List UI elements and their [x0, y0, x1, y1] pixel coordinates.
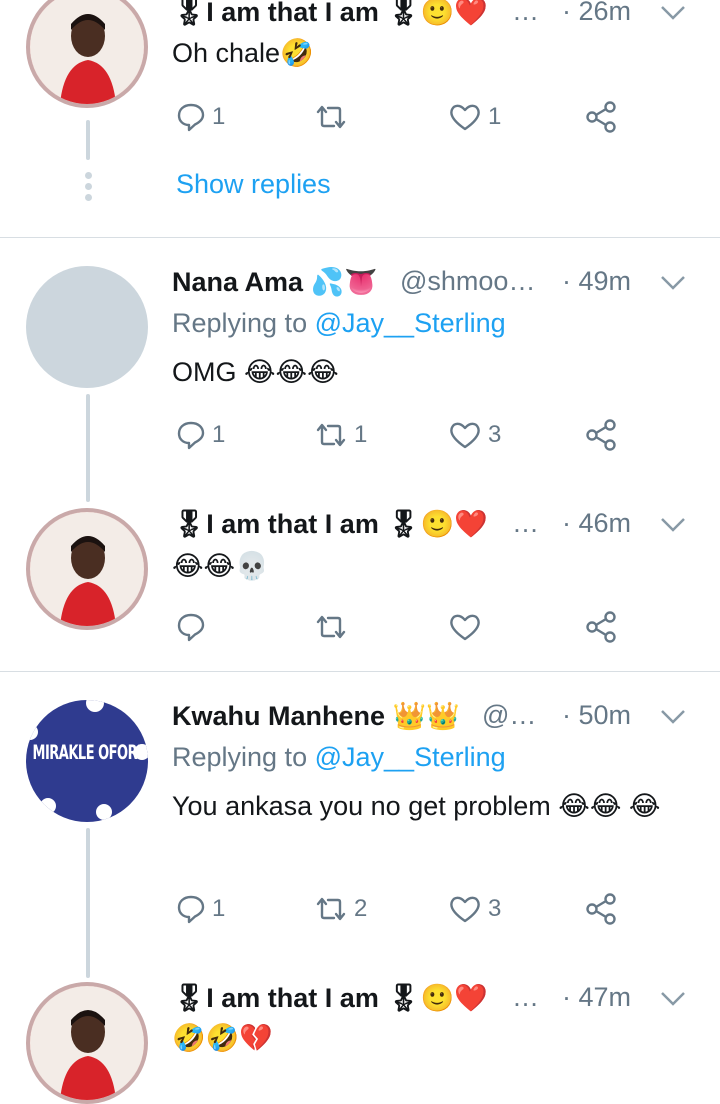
like-button[interactable]: 3 — [448, 415, 501, 455]
chevron-down-icon[interactable] — [660, 0, 686, 29]
handle[interactable]: … — [512, 0, 539, 27]
avatar[interactable] — [26, 982, 148, 1104]
share-button[interactable] — [584, 97, 620, 137]
chevron-down-icon[interactable] — [660, 268, 686, 299]
like-icon — [450, 422, 480, 449]
retweet-icon — [316, 897, 346, 921]
like-button[interactable]: 1 — [448, 97, 501, 137]
tweet-actions: 1 2 3 — [172, 889, 672, 929]
reply-button[interactable] — [176, 607, 212, 647]
share-icon — [586, 419, 616, 451]
retweet-button[interactable]: 1 — [314, 415, 367, 455]
thread-line — [86, 828, 90, 978]
replying-label: Replying to — [172, 308, 308, 338]
share-button[interactable] — [584, 889, 620, 929]
replying-to: Replying to @Jay__Sterling — [172, 742, 506, 773]
retweet-icon — [316, 615, 346, 639]
retweet-button[interactable] — [314, 607, 354, 647]
display-name[interactable]: 🎖I am that I am 🎖🙂❤️ — [172, 508, 488, 540]
like-count: 3 — [488, 895, 502, 922]
avatar-logo-text: MIRAKLE OFORI — [32, 742, 142, 765]
chevron-down-icon[interactable] — [660, 702, 686, 733]
display-name[interactable]: 🎖I am that I am 🎖🙂❤️ — [172, 982, 488, 1014]
tweet-text: OMG 😂😂😂 — [172, 357, 339, 387]
like-button[interactable]: 3 — [448, 889, 501, 929]
thread-line — [86, 394, 90, 502]
retweet-count: 1 — [354, 421, 368, 448]
tweet-actions — [172, 607, 672, 647]
avatar[interactable]: MIRAKLE OFORI — [26, 700, 148, 822]
display-name[interactable]: Kwahu Manhene 👑👑 — [172, 700, 460, 732]
like-icon — [450, 896, 480, 923]
timestamp[interactable]: · 26m — [562, 0, 631, 27]
avatar[interactable] — [26, 266, 148, 388]
retweet-count: 2 — [354, 895, 368, 922]
share-icon — [586, 101, 616, 133]
tweet-1[interactable]: 🎖I am that I am 🎖🙂❤️ … · 26m Oh chale🤣 1… — [0, 0, 720, 236]
chevron-down-icon[interactable] — [660, 510, 686, 541]
retweet-button[interactable]: 2 — [314, 889, 367, 929]
like-count: 3 — [488, 421, 502, 448]
tweet-5[interactable]: 🎖I am that I am 🎖🙂❤️ … · 47m 🤣🤣💔 — [0, 972, 720, 1104]
timestamp[interactable]: · 50m — [562, 700, 631, 731]
like-icon — [450, 104, 480, 131]
avatar[interactable] — [26, 508, 148, 630]
display-name[interactable]: 🎖I am that I am 🎖🙂❤️ — [172, 0, 488, 28]
timestamp[interactable]: · 46m — [562, 508, 631, 539]
tweet-text: 😂😂💀 — [172, 551, 269, 581]
show-replies-link[interactable]: Show replies — [176, 169, 331, 200]
thread-dots — [83, 172, 93, 205]
reply-count: 1 — [212, 421, 226, 448]
tweet-actions: 1 1 — [172, 97, 672, 137]
tweet-text: You ankasa you no get problem 😂😂 😂 — [172, 791, 661, 821]
tweet-header: Nana Ama 💦👅 @shmoo… · 49m — [172, 266, 720, 302]
tweet-header: 🎖I am that I am 🎖🙂❤️ … · 46m — [172, 508, 720, 544]
tweet-actions: 1 1 3 — [172, 415, 672, 455]
profile-photo — [30, 0, 144, 104]
avatar[interactable] — [26, 0, 148, 108]
timestamp[interactable]: · 49m — [562, 266, 631, 297]
tweet-header: 🎖I am that I am 🎖🙂❤️ … · 47m — [172, 982, 720, 1018]
share-icon — [586, 893, 616, 925]
reply-count: 1 — [212, 895, 226, 922]
reply-icon — [177, 421, 205, 450]
reply-button[interactable]: 1 — [176, 97, 225, 137]
handle[interactable]: @shmoo… — [400, 266, 535, 297]
tweet-2[interactable]: Nana Ama 💦👅 @shmoo… · 49m Replying to @J… — [0, 238, 720, 502]
share-button[interactable] — [584, 415, 620, 455]
share-button[interactable] — [584, 607, 620, 647]
reply-button[interactable]: 1 — [176, 889, 225, 929]
reply-icon — [177, 103, 205, 132]
handle[interactable]: … — [512, 982, 539, 1013]
like-icon — [450, 614, 480, 641]
profile-photo — [30, 986, 144, 1100]
handle[interactable]: @… — [482, 700, 536, 731]
replying-handle-link[interactable]: @Jay__Sterling — [315, 308, 506, 338]
share-icon — [586, 611, 616, 643]
replying-label: Replying to — [172, 742, 308, 772]
replying-to: Replying to @Jay__Sterling — [172, 308, 506, 339]
reply-icon — [177, 613, 205, 642]
tweet-text: Oh chale🤣 — [172, 38, 314, 68]
tweet-header: 🎖I am that I am 🎖🙂❤️ … · 26m — [172, 0, 720, 32]
reply-button[interactable]: 1 — [176, 415, 225, 455]
timestamp[interactable]: · 47m — [562, 982, 631, 1013]
profile-photo — [30, 512, 144, 626]
reply-icon — [177, 895, 205, 924]
like-button[interactable] — [448, 607, 488, 647]
chevron-down-icon[interactable] — [660, 984, 686, 1015]
tweet-3[interactable]: 🎖I am that I am 🎖🙂❤️ … · 46m 😂😂💀 — [0, 500, 720, 670]
retweet-button[interactable] — [314, 97, 354, 137]
tweet-header: Kwahu Manhene 👑👑 @… · 50m — [172, 700, 720, 736]
tweet-4[interactable]: MIRAKLE OFORI Kwahu Manhene 👑👑 @… · 50m … — [0, 672, 720, 978]
display-name[interactable]: Nana Ama 💦👅 — [172, 266, 378, 298]
thread-line — [86, 120, 90, 160]
reply-count: 1 — [212, 103, 226, 130]
handle[interactable]: … — [512, 508, 539, 539]
retweet-icon — [316, 105, 346, 129]
retweet-icon — [316, 423, 346, 447]
like-count: 1 — [488, 103, 502, 130]
replying-handle-link[interactable]: @Jay__Sterling — [315, 742, 506, 772]
tweet-text: 🤣🤣💔 — [172, 1023, 273, 1053]
